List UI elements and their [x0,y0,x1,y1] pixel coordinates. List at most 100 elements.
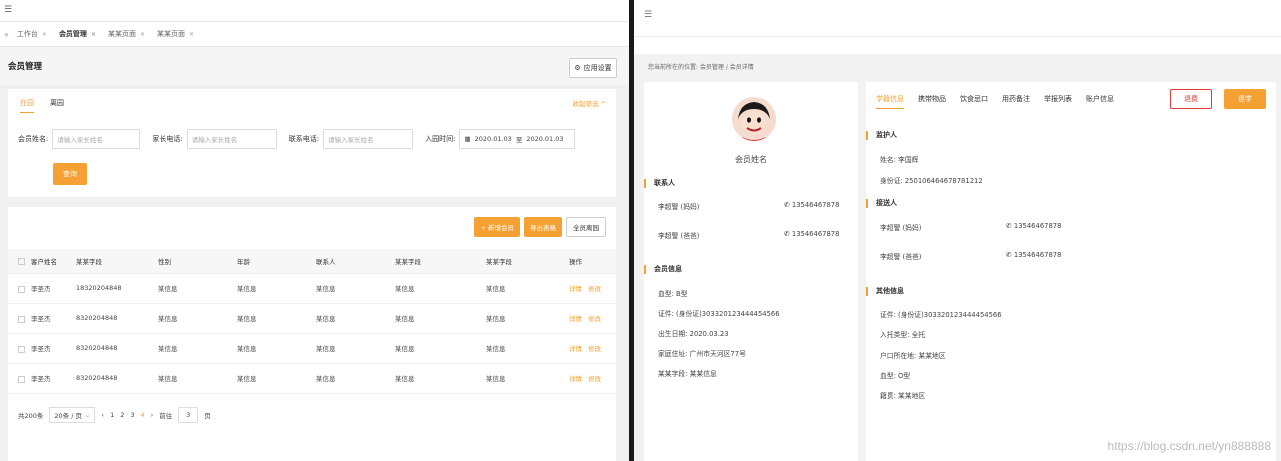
member-detail-panel: ☰ 您当前所在的位置: 会员管理 / 会员详情 会员姓名 联系人 李超警 (妈妈… [634,0,1281,461]
menu-toggle-icon[interactable]: ☰ [644,10,652,20]
other-care-type: 入托类型: 全托 [880,331,926,339]
table-row: 李圣杰 8320204848 某信息 某信息 某信息 某信息 某信息 详情 修改 [8,303,616,334]
edit-link[interactable]: 修改 [588,285,601,293]
member-detail-card: 学籍信息 携带物品 饮食忌口 用药备注 举报列表 账户信息 退费 退学 监护人 … [866,82,1276,461]
phone-icon: ✆ [784,201,790,209]
date-separator: 至 [515,136,523,144]
page-2[interactable]: 2 [120,411,124,419]
detail-link[interactable]: 详情 [569,315,582,323]
header-gender: 性别 [158,249,237,274]
tab-account[interactable]: 账户信息 [1086,94,1114,109]
cell-field-2: 某信息 [395,363,486,394]
top-bar: ☰ [634,0,1281,36]
table-header-row: 客户姓名 某某字段 性别 年龄 联系人 某某字段 某某字段 操作 [8,249,616,274]
detail-link[interactable]: 详情 [569,375,582,383]
edit-link[interactable]: 修改 [588,375,601,383]
tab-page-4[interactable]: 某某页面 × [157,29,194,39]
tab-left-kindergarten[interactable]: 离园 [50,98,64,113]
app-settings-button[interactable]: ⚙ 应用设置 [569,58,617,78]
contact-phone-input[interactable]: 请输入家长姓名 [323,129,414,149]
enroll-date-label: 入园时间: [425,135,456,143]
tabs-scroll-left-icon[interactable]: « [4,30,9,39]
export-table-button[interactable]: 导出表格 [524,217,562,237]
member-info-section-title: 会员信息 [644,265,682,274]
tab-page-3[interactable]: 某某页面 × [108,29,145,39]
pagination: 共200条 20条 / 页 ⌄ ‹ 1 2 3 4 › 前往 3 页 [18,407,211,423]
contact-name: 李超警 (爸爸) [658,232,700,240]
detail-link[interactable]: 详情 [569,345,582,353]
tab-in-kindergarten[interactable]: 在园 [20,98,34,113]
row-checkbox[interactable] [18,285,25,293]
tab-page-4-label: 某某页面 [157,30,185,38]
tab-reports[interactable]: 举报列表 [1044,94,1072,109]
page-3[interactable]: 3 [130,411,134,419]
contact-phone-label: 联系电话: [288,135,320,143]
next-page-button[interactable]: › [151,411,154,419]
close-icon[interactable]: × [91,31,96,38]
tab-dietary[interactable]: 饮食忌口 [960,94,988,109]
goto-label: 前往 [159,412,173,420]
tab-belongings[interactable]: 携带物品 [918,94,946,109]
pickup-phone: ✆ 13546467878 [1006,222,1061,230]
total-count: 共200条 [18,412,44,420]
close-icon[interactable]: × [140,31,145,38]
cell-field-2: 某信息 [395,303,486,334]
cell-contact: 某信息 [316,363,395,394]
tab-page-3-label: 某某页面 [107,30,136,38]
guardian-id: 身份证: 250106464678781212 [880,177,983,185]
withdraw-button[interactable]: 退学 [1224,89,1266,109]
query-button[interactable]: 查询 [53,163,87,185]
member-name-input[interactable]: 请输入家长姓名 [52,129,141,149]
page-size-select[interactable]: 20条 / 页 ⌄ [49,407,96,423]
tabs-bar [634,36,1281,54]
pickup-phone: ✆ 13546467878 [1006,251,1061,259]
cell-name: 李圣杰 [31,285,51,293]
close-icon[interactable]: × [42,31,47,38]
goto-page-input[interactable]: 3 [178,407,199,423]
contact-name: 李超警 (妈妈) [658,203,700,211]
page-4-current[interactable]: 4 [141,411,145,419]
edit-link[interactable]: 修改 [588,345,601,353]
cell-field-2: 某信息 [395,273,486,304]
add-member-button[interactable]: + 新增会员 [474,217,520,237]
row-checkbox[interactable] [18,315,25,323]
avatar [732,97,776,141]
page-suffix: 页 [204,412,211,420]
app-settings-label: 应用设置 [583,64,612,72]
enroll-date-range[interactable]: ▦ 2020.01.03 至 2020.01.03 [459,129,576,149]
phone-icon: ✆ [1006,251,1012,259]
page-1[interactable]: 1 [110,411,114,419]
info-birthdate: 出生日期: 2020.03.23 [658,330,729,338]
tab-member-manage[interactable]: 会员管理 × [59,29,96,39]
pickup-phone-number: 13546467878 [1013,222,1062,230]
member-table-card: + 新增会员 导出表格 全员离园 客户姓名 某某字段 性别 年龄 联系人 某某字… [8,207,616,461]
tab-enrollment-info[interactable]: 学籍信息 [876,94,904,109]
filter-row: 会员姓名: 请输入家长姓名 家长电话: 请输入家长姓名 联系电话: 请输入家长姓… [18,129,587,149]
tab-medication[interactable]: 用药备注 [1002,94,1030,109]
menu-toggle-icon[interactable]: ☰ [4,5,12,15]
refund-button[interactable]: 退费 [1170,89,1212,109]
prev-page-button[interactable]: ‹ [101,411,104,419]
date-to: 2020.01.03 [526,135,564,143]
edit-link[interactable]: 修改 [588,315,601,323]
tab-home[interactable]: 工作台 × [17,29,47,39]
member-table: 客户姓名 某某字段 性别 年龄 联系人 某某字段 某某字段 操作 李圣杰 183… [8,249,616,394]
row-checkbox[interactable] [18,345,25,353]
contact-phone: ✆ 13546467878 [784,201,839,209]
close-icon[interactable]: × [189,31,194,38]
cell-contact: 某信息 [316,303,395,334]
select-all-checkbox[interactable] [18,258,25,266]
all-leave-button[interactable]: 全员离园 [566,217,606,237]
pickup-name: 李超警 (爸爸) [880,253,922,261]
other-id: 证件: (身份证)303320123444454566 [880,311,1002,319]
info-id: 证件: (身份证)303320123444454566 [658,310,780,318]
header-contact: 联系人 [316,249,395,274]
row-checkbox[interactable] [18,375,25,383]
parent-phone-input[interactable]: 请输入家长姓名 [186,129,277,149]
member-list-panel: ☰ « 工作台 × 会员管理 × 某某页面 × 某某页面 × 会员管理 ⚙ 应用设置 在园… [0,0,629,461]
detail-link[interactable]: 详情 [569,285,582,293]
cell-age: 某信息 [237,273,316,304]
cell-contact: 某信息 [316,333,395,364]
header-field-1: 某某字段 [76,249,158,274]
collapse-filter-link[interactable]: 收起筛选 ^ [572,98,606,108]
